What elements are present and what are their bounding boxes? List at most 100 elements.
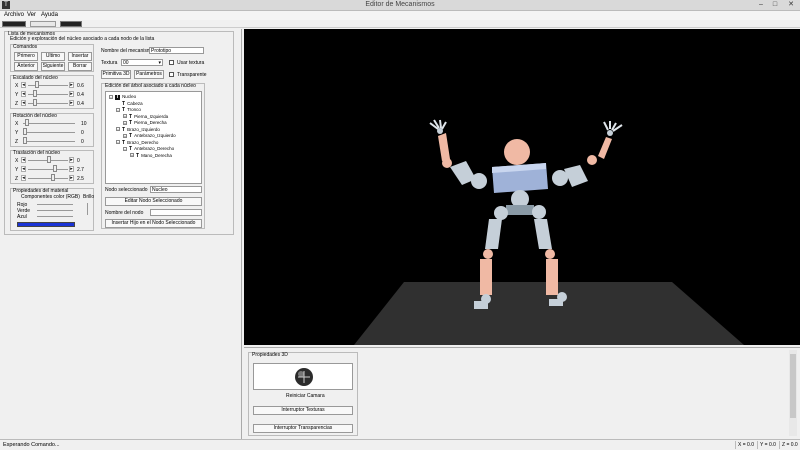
tree-node-label: Pierna_Derecha xyxy=(134,120,167,125)
blue-slider[interactable] xyxy=(37,216,73,217)
translation-z-track[interactable] xyxy=(28,178,68,179)
rotation-z-thumb[interactable] xyxy=(23,137,27,144)
translation-z-left-arrow[interactable]: ◂ xyxy=(21,175,26,181)
toggle-transparency-button[interactable]: Interruptor Transparencias xyxy=(253,424,353,433)
translation-y-track[interactable] xyxy=(28,169,68,170)
previous-button[interactable]: Anterior xyxy=(14,62,38,71)
insert-button[interactable]: Insertar xyxy=(68,52,92,61)
properties-scrollbar[interactable] xyxy=(789,350,797,436)
robot-head xyxy=(504,139,530,165)
menu-ayuda[interactable]: Ayuda xyxy=(41,12,58,18)
tree-node[interactable]: + T Pierna_Izquierda xyxy=(123,114,168,119)
translation-z-right-arrow[interactable]: ▸ xyxy=(69,175,74,181)
reset-camera-label: Reiniciar Camara xyxy=(286,393,325,399)
menu-ver[interactable]: Ver xyxy=(27,12,36,18)
rotation-y-label: Y xyxy=(15,130,19,136)
minimize-button[interactable]: – xyxy=(756,1,766,9)
tree-node[interactable]: – T Brazo_Derecho xyxy=(116,140,158,145)
scale-y-thumb[interactable] xyxy=(33,90,37,97)
use-texture-checkbox[interactable] xyxy=(169,60,174,65)
scale-x-track[interactable] xyxy=(28,85,68,86)
scale-y-left-arrow[interactable]: ◂ xyxy=(21,91,26,97)
expand-icon[interactable]: + xyxy=(123,114,127,119)
3d-viewport[interactable] xyxy=(244,29,800,345)
node-tree[interactable]: – T Nucleo T Cabeza – T Tronco + T Pierna_Izquierd… xyxy=(105,91,202,184)
tree-node[interactable]: + T Antebrazo_Izquierdo xyxy=(123,133,176,139)
toolbar-button-3[interactable] xyxy=(60,21,82,27)
insert-child-button[interactable]: Insertar Hijo en el Nodo Seleccionado xyxy=(105,219,202,228)
green-slider[interactable] xyxy=(37,210,73,211)
rotation-y-thumb[interactable] xyxy=(23,128,27,135)
texture-select[interactable]: 00 ▾ xyxy=(121,59,163,66)
toolbar-button-2[interactable] xyxy=(30,21,56,27)
tree-node[interactable]: + T Pierna_Derecha xyxy=(123,120,167,126)
primitive-3d-button[interactable]: Primitiva 3D xyxy=(101,70,131,79)
mechanism-name-label: Nombre del mecanismo: xyxy=(101,48,156,54)
translation-x-value: 0 xyxy=(77,158,80,164)
collapse-icon[interactable]: – xyxy=(116,140,120,145)
red-slider[interactable] xyxy=(37,204,73,205)
translation-y-thumb[interactable] xyxy=(53,165,57,172)
scale-x-thumb[interactable] xyxy=(35,81,39,88)
translation-z-thumb[interactable] xyxy=(51,174,55,181)
scale-y-value: 0.4 xyxy=(77,92,84,98)
collapse-icon[interactable]: – xyxy=(109,94,113,99)
expand-icon[interactable]: + xyxy=(123,133,127,138)
rotation-x-thumb[interactable] xyxy=(25,119,29,126)
collapse-icon[interactable]: – xyxy=(116,107,120,112)
node-name-input[interactable] xyxy=(150,209,202,216)
next-button[interactable]: Siguiente xyxy=(41,62,65,71)
toggle-textures-button[interactable]: Interruptor Texturas xyxy=(253,406,353,415)
tree-node[interactable]: – T Brazo_Izquierdo xyxy=(116,127,160,132)
scale-x-left-arrow[interactable]: ◂ xyxy=(21,82,26,88)
edit-node-button[interactable]: Editar Nodo Seleccionado xyxy=(105,197,202,206)
transparent-checkbox[interactable] xyxy=(169,72,174,77)
coord-y: Y = 0.0 xyxy=(757,441,779,449)
close-button[interactable]: ✕ xyxy=(785,1,797,9)
scrollbar-thumb[interactable] xyxy=(790,354,796,418)
menu-archivo[interactable]: Archivo xyxy=(4,12,24,18)
tree-node[interactable]: – T Tronco xyxy=(116,107,141,113)
translation-title: Traslación del núcleo xyxy=(13,150,61,156)
reset-camera-image-button[interactable] xyxy=(253,363,353,390)
collapse-icon[interactable]: – xyxy=(123,146,127,151)
tree-node[interactable]: – T Antebrazo_Derecho xyxy=(123,146,175,152)
rotation-x-track[interactable] xyxy=(23,123,75,124)
expand-icon[interactable]: + xyxy=(123,120,127,125)
properties-3d-pane: Propiedades 3D Reiniciar Camara Interrup… xyxy=(244,347,800,439)
use-texture-label: Usar textura xyxy=(177,60,205,66)
first-button[interactable]: Primero xyxy=(14,52,38,61)
toolbar-button-1[interactable] xyxy=(2,21,26,27)
selected-node-label: Nodo seleccionado xyxy=(105,187,148,193)
translation-x-right-arrow[interactable]: ▸ xyxy=(69,157,74,163)
mechanism-name-input[interactable]: Prototipo xyxy=(149,47,204,54)
tree-node[interactable]: + T Mano_Derecha xyxy=(130,153,172,158)
scale-x-right-arrow[interactable]: ▸ xyxy=(69,82,74,88)
right-hand-fingers xyxy=(603,121,623,132)
rotation-z-track[interactable] xyxy=(23,141,75,142)
expand-icon[interactable]: + xyxy=(130,153,134,158)
rotation-y-value: 0 xyxy=(81,130,84,136)
tree-node-label: Antebrazo_Derecho xyxy=(134,146,175,151)
maximize-button[interactable]: □ xyxy=(770,1,780,9)
collapse-icon[interactable]: – xyxy=(116,127,120,132)
delete-button[interactable]: Borrar xyxy=(68,62,92,71)
rotation-y-track[interactable] xyxy=(23,132,75,133)
translation-panel: Traslación del núcleo X ◂ ▸ 0 Y ◂ ▸ 2.7 … xyxy=(10,150,94,184)
tree-node[interactable]: T Cabeza xyxy=(116,101,143,107)
translation-z-label: Z xyxy=(15,176,19,182)
brightness-slider[interactable] xyxy=(87,203,88,215)
parameters-button[interactable]: Parámetros xyxy=(134,70,164,79)
translation-y-right-arrow[interactable]: ▸ xyxy=(69,166,74,172)
left-forearm xyxy=(438,133,450,161)
scale-z-thumb[interactable] xyxy=(33,99,37,106)
translation-x-thumb[interactable] xyxy=(47,156,51,163)
scale-panel: Escalado del núcleo X ◂ ▸ 0.6 Y ◂ ▸ 0.4 … xyxy=(10,75,94,109)
scale-y-right-arrow[interactable]: ▸ xyxy=(69,91,74,97)
translation-y-left-arrow[interactable]: ◂ xyxy=(21,166,26,172)
tree-node[interactable]: – T Nucleo xyxy=(109,94,136,100)
last-button[interactable]: Ultimo xyxy=(41,52,65,61)
scale-z-left-arrow[interactable]: ◂ xyxy=(21,100,26,106)
scale-z-right-arrow[interactable]: ▸ xyxy=(69,100,74,106)
translation-x-left-arrow[interactable]: ◂ xyxy=(21,157,26,163)
